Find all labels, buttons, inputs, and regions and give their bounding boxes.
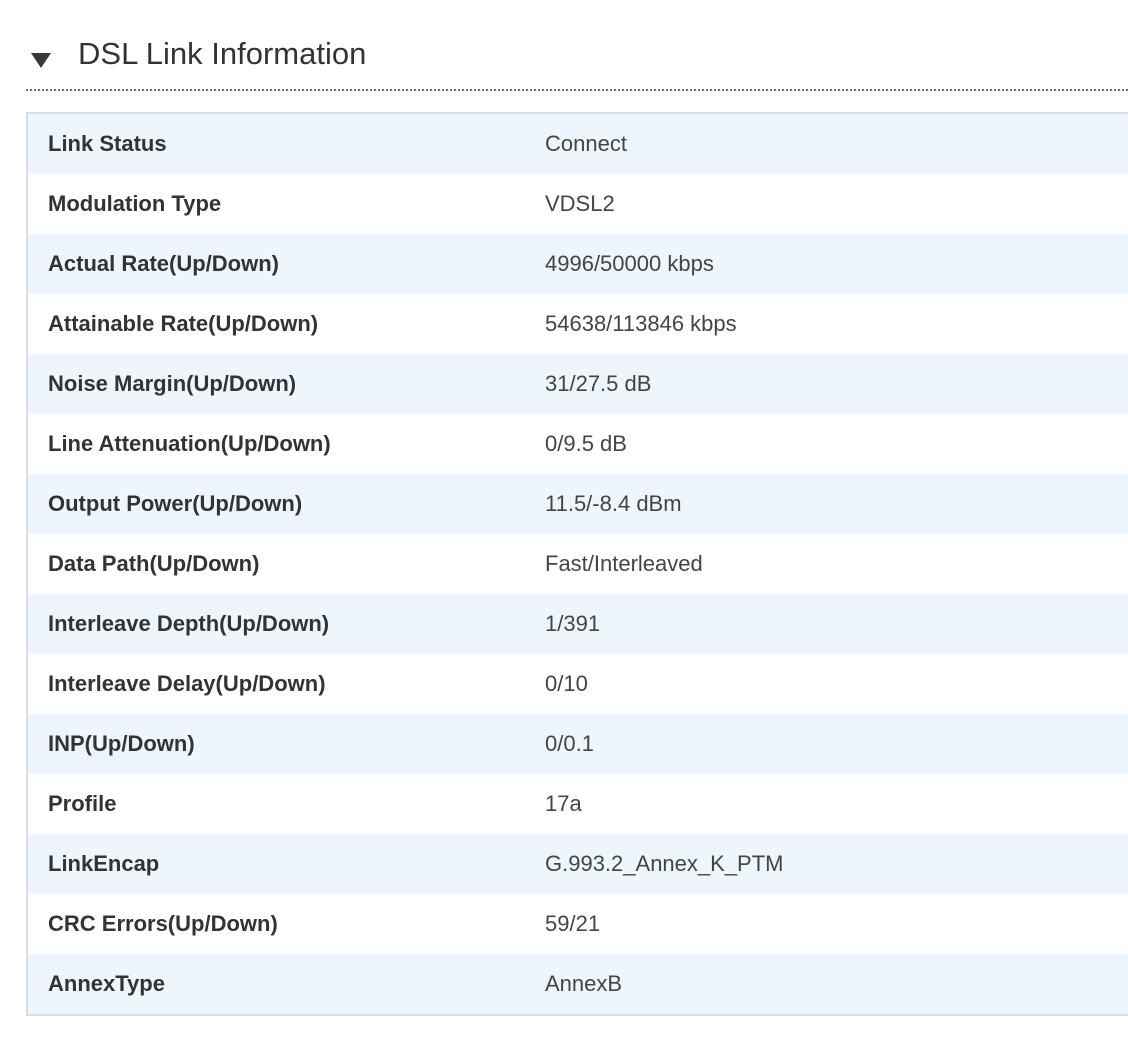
row-label: Line Attenuation(Up/Down) (48, 431, 331, 456)
row-value: 0/10 (545, 671, 588, 696)
row-label: Link Status (48, 131, 167, 156)
row-label: CRC Errors(Up/Down) (48, 911, 278, 936)
row-label: Profile (48, 791, 117, 816)
row-label: Output Power(Up/Down) (48, 491, 303, 516)
row-value: 59/21 (545, 911, 601, 936)
row-label: Interleave Depth(Up/Down) (48, 611, 330, 636)
table-row: Profile 17a (28, 774, 1128, 834)
row-value: 11.5/-8.4 dBm (545, 491, 682, 516)
row-label: Modulation Type (48, 191, 222, 216)
table-row: Link Status Connect (28, 114, 1128, 174)
collapse-toggle[interactable] (26, 38, 56, 78)
row-label: Attainable Rate(Up/Down) (48, 311, 319, 336)
table-row: CRC Errors(Up/Down) 59/21 (28, 894, 1128, 954)
row-value: 1/391 (545, 611, 601, 636)
row-label: Data Path(Up/Down) (48, 551, 260, 576)
row-label: Noise Margin(Up/Down) (48, 371, 297, 396)
table-row: Data Path(Up/Down) Fast/Interleaved (28, 534, 1128, 594)
row-label: Interleave Delay(Up/Down) (48, 671, 326, 696)
row-value: VDSL2 (545, 191, 615, 216)
section-header: DSL Link Information (26, 0, 1128, 91)
row-value: AnnexB (545, 971, 623, 996)
row-value: 17a (545, 791, 582, 816)
row-value: G.993.2_Annex_K_PTM (545, 851, 784, 876)
triangle-down-icon (31, 53, 51, 68)
row-label: AnnexType (48, 971, 165, 996)
table-row: Line Attenuation(Up/Down) 0/9.5 dB (28, 414, 1128, 474)
table-row: Modulation Type VDSL2 (28, 174, 1128, 234)
table-row: Interleave Delay(Up/Down) 0/10 (28, 654, 1128, 714)
table-row: LinkEncap G.993.2_Annex_K_PTM (28, 834, 1128, 894)
row-value: 4996/50000 kbps (545, 251, 714, 276)
section-title: DSL Link Information (78, 36, 367, 71)
row-label: Actual Rate(Up/Down) (48, 251, 279, 276)
row-value: 31/27.5 dB (545, 371, 652, 396)
row-label: LinkEncap (48, 851, 160, 876)
table-row: Actual Rate(Up/Down) 4996/50000 kbps (28, 234, 1128, 294)
table-row: Attainable Rate(Up/Down) 54638/113846 kb… (28, 294, 1128, 354)
table-row: AnnexType AnnexB (28, 954, 1128, 1014)
dsl-info-table: Link Status Connect Modulation Type VDSL… (26, 112, 1128, 1016)
table-row: Noise Margin(Up/Down) 31/27.5 dB (28, 354, 1128, 414)
row-label: INP(Up/Down) (48, 731, 195, 756)
row-value: 0/0.1 (545, 731, 594, 756)
table-row: Interleave Depth(Up/Down) 1/391 (28, 594, 1128, 654)
row-value: Fast/Interleaved (545, 551, 703, 576)
row-value: 54638/113846 kbps (545, 311, 737, 336)
row-value: 0/9.5 dB (545, 431, 627, 456)
row-value: Connect (545, 131, 627, 156)
table-row: Output Power(Up/Down) 11.5/-8.4 dBm (28, 474, 1128, 534)
table-row: INP(Up/Down) 0/0.1 (28, 714, 1128, 774)
